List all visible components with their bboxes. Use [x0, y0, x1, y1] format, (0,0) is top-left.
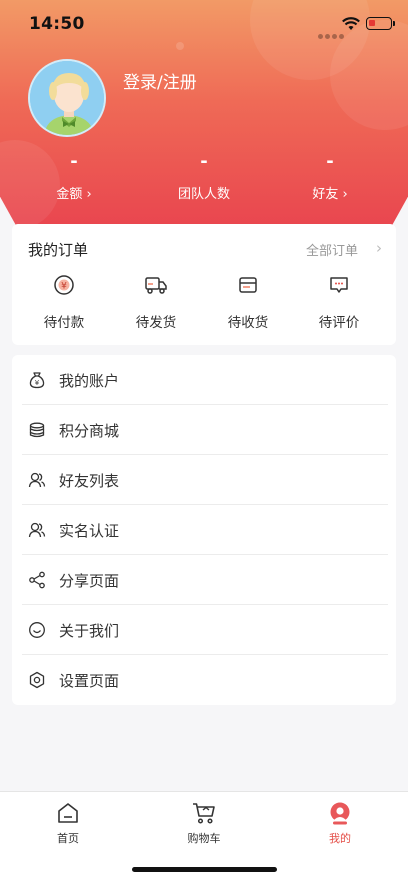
profile-icon [330, 802, 350, 825]
menu-item-about-us[interactable]: 关于我们 [12, 605, 396, 655]
login-register-link[interactable]: 登录/注册 [123, 68, 197, 93]
menu-item-settings[interactable]: 设置页面 [12, 655, 396, 705]
home-indicator[interactable] [132, 867, 277, 872]
menu-item-real-name-verification[interactable]: 实名认证 [12, 505, 396, 555]
menu-label-my-account: 我的账户 [59, 372, 120, 390]
stat-team-label: 团队人数 [177, 187, 230, 202]
cart-icon [193, 803, 215, 824]
comment-icon [330, 277, 348, 293]
order-pending-shipment[interactable]: 待发货 [116, 272, 196, 331]
status-time: 14:50 [29, 14, 85, 34]
order-pending-review[interactable]: 待评价 [299, 272, 379, 331]
menu-item-my-account[interactable]: ¥ 我的账户 [12, 355, 396, 405]
stat-amount-label: 金额 › [56, 187, 92, 202]
menu-label-share-page: 分享页面 [59, 572, 120, 590]
stat-team-size: - 团队人数 [144, 150, 264, 202]
home-icon [58, 803, 78, 823]
orders-card: 我的订单 全部订单 › ¥ 待付款 待发货 待收货 待评价 [12, 224, 396, 345]
status-bar: 14:50 [0, 0, 408, 50]
menu-label-friends-list: 好友列表 [59, 472, 120, 490]
box-icon [239, 277, 257, 293]
battery-icon [366, 17, 395, 30]
stat-friends[interactable]: - 好友 › [270, 150, 390, 202]
users-icon [28, 472, 46, 488]
tab-home-label: 首页 [57, 832, 79, 845]
truck-icon [145, 277, 167, 294]
smile-icon [29, 622, 45, 638]
money-bag-icon: ¥ [29, 372, 45, 389]
order-pending-payment-label: 待付款 [43, 315, 85, 331]
user-verify-icon [28, 522, 46, 538]
order-pending-shipment-label: 待发货 [135, 315, 177, 331]
menu-label-points-mall: 积分商城 [59, 422, 120, 440]
all-orders-link[interactable]: 全部订单 [306, 240, 358, 259]
menu-item-friends-list[interactable]: 好友列表 [12, 455, 396, 505]
order-pending-payment[interactable]: ¥ 待付款 [24, 272, 104, 331]
tab-cart-label: 购物车 [187, 832, 221, 845]
svg-text:¥: ¥ [61, 282, 67, 292]
stat-friends-value: - [326, 151, 334, 172]
tab-home[interactable]: 首页 [28, 801, 108, 846]
share-icon [29, 571, 45, 589]
svg-text:¥: ¥ [35, 379, 40, 387]
order-pending-receipt-label: 待收货 [227, 315, 269, 331]
avatar[interactable] [28, 59, 106, 137]
chevron-right-icon[interactable]: › [376, 239, 382, 257]
stat-amount-value: - [70, 151, 78, 172]
menu-label-about-us: 关于我们 [59, 622, 120, 640]
menu-item-points-mall[interactable]: 积分商城 [12, 405, 396, 455]
order-pending-receipt[interactable]: 待收货 [208, 272, 288, 331]
settings-icon [29, 671, 45, 689]
stat-team-value: - [200, 151, 208, 172]
stat-amount[interactable]: - 金额 › [14, 150, 134, 202]
menu-label-real-name-verification: 实名认证 [59, 522, 120, 540]
stat-friends-label: 好友 › [312, 187, 348, 202]
yuan-coin-icon: ¥ [54, 275, 74, 295]
tab-cart[interactable]: 购物车 [164, 801, 244, 846]
menu-item-share-page[interactable]: 分享页面 [12, 555, 396, 605]
tab-profile-label: 我的 [329, 832, 351, 845]
menu-card: ¥ 我的账户 积分商城 好友列表 实名认证 分享页面 关于我们 设置页面 [12, 355, 396, 705]
wifi-icon [342, 17, 360, 30]
order-pending-review-label: 待评价 [318, 315, 360, 331]
orders-title: 我的订单 [28, 241, 89, 259]
coins-stack-icon [29, 422, 45, 438]
tab-profile[interactable]: 我的 [300, 801, 380, 846]
menu-label-settings: 设置页面 [59, 672, 120, 690]
